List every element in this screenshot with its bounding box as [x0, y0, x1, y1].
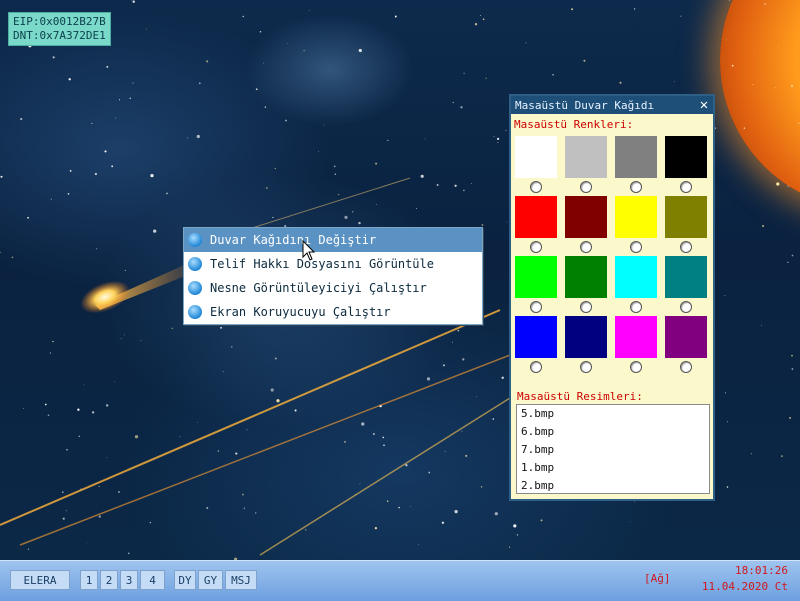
color-radio-button[interactable] — [680, 361, 692, 373]
color-swatch[interactable] — [515, 316, 557, 358]
color-radio-button[interactable] — [630, 241, 642, 253]
color-radio-button[interactable] — [680, 301, 692, 313]
list-item[interactable]: 1.bmp — [517, 459, 709, 477]
color-radio-button[interactable] — [530, 241, 542, 253]
workspace-button-2[interactable]: 2 — [100, 570, 118, 590]
bullet-icon — [188, 233, 202, 247]
menu-item-view-copyright[interactable]: Telif Hakkı Dosyasını Görüntüle — [184, 252, 482, 276]
color-option — [665, 316, 707, 376]
color-option — [565, 196, 607, 256]
debug-registers: EIP:0x0012B27B DNT:0x7A372DE1 — [8, 12, 111, 46]
list-item[interactable]: 2.bmp — [517, 477, 709, 493]
menu-item-label: Duvar Kağıdını Değiştir — [210, 233, 377, 247]
clock-time: 18:01:26 — [735, 564, 788, 577]
color-swatch[interactable] — [665, 136, 707, 178]
color-swatch[interactable] — [565, 196, 607, 238]
menu-item-change-wallpaper[interactable]: Duvar Kağıdını Değiştir — [184, 228, 482, 252]
color-radio-button[interactable] — [580, 301, 592, 313]
mouse-cursor-icon — [302, 240, 316, 261]
color-radio-button[interactable] — [580, 361, 592, 373]
color-option — [665, 136, 707, 196]
start-button[interactable]: ELERA — [10, 570, 70, 590]
color-radio-button[interactable] — [580, 241, 592, 253]
menu-item-run-screensaver[interactable]: Ekran Koruyucuyu Çalıştır — [184, 300, 482, 324]
color-radio-button[interactable] — [680, 181, 692, 193]
color-swatch[interactable] — [615, 316, 657, 358]
images-section-label: Masaüstü Resimleri: — [517, 390, 643, 403]
menu-item-run-object-viewer[interactable]: Nesne Görüntüleyiciyi Çalıştır — [184, 276, 482, 300]
color-option — [515, 196, 557, 256]
network-status[interactable]: [Ağ] — [644, 572, 671, 585]
workspace-button-4[interactable]: 4 — [140, 570, 165, 590]
workspace-button-3[interactable]: 3 — [120, 570, 138, 590]
color-radio-button[interactable] — [630, 181, 642, 193]
color-swatch[interactable] — [615, 136, 657, 178]
workspace-button-1[interactable]: 1 — [80, 570, 98, 590]
color-swatch[interactable] — [615, 256, 657, 298]
color-option — [515, 316, 557, 376]
window-titlebar[interactable]: Masaüstü Duvar Kağıdı ✕ — [511, 96, 713, 114]
color-option — [665, 256, 707, 316]
desktop-wallpaper: EIP:0x0012B27B DNT:0x7A372DE1 Duvar Kağı… — [0, 0, 800, 560]
color-radio-button[interactable] — [530, 181, 542, 193]
clock-date: 11.04.2020 Ct — [701, 580, 788, 593]
list-item[interactable]: 6.bmp — [517, 423, 709, 441]
color-swatch[interactable] — [615, 196, 657, 238]
colors-section-label: Masaüstü Renkleri: — [514, 118, 634, 131]
bullet-icon — [188, 281, 202, 295]
close-icon[interactable]: ✕ — [695, 96, 713, 114]
menu-item-label: Telif Hakkı Dosyasını Görüntüle — [210, 257, 434, 271]
color-option — [565, 256, 607, 316]
color-option — [615, 256, 657, 316]
color-swatch[interactable] — [665, 256, 707, 298]
clock: 18:01:26 11.04.2020 Ct — [688, 563, 788, 595]
eip-register: EIP:0x0012B27B — [13, 15, 106, 28]
app-button-gy[interactable]: GY — [198, 570, 223, 590]
list-item[interactable]: 7.bmp — [517, 441, 709, 459]
color-option — [615, 136, 657, 196]
color-swatch[interactable] — [565, 256, 607, 298]
color-swatch[interactable] — [515, 196, 557, 238]
wallpaper-window: Masaüstü Duvar Kağıdı ✕ Masaüstü Renkler… — [509, 94, 715, 501]
color-radio-button[interactable] — [530, 301, 542, 313]
menu-item-label: Ekran Koruyucuyu Çalıştır — [210, 305, 391, 319]
color-swatch[interactable] — [665, 196, 707, 238]
color-swatch[interactable] — [665, 316, 707, 358]
app-button-msj[interactable]: MSJ — [225, 570, 257, 590]
color-option — [565, 136, 607, 196]
wallpaper-image-list[interactable]: 5.bmp 6.bmp 7.bmp 1.bmp 2.bmp — [516, 404, 710, 494]
color-swatch[interactable] — [515, 256, 557, 298]
context-menu: Duvar Kağıdını Değiştir Telif Hakkı Dosy… — [183, 227, 483, 325]
color-option — [565, 316, 607, 376]
color-option — [615, 196, 657, 256]
app-button-dy[interactable]: DY — [174, 570, 196, 590]
color-radio-button[interactable] — [580, 181, 592, 193]
color-option — [615, 316, 657, 376]
color-swatch[interactable] — [565, 136, 607, 178]
color-option — [515, 136, 557, 196]
color-option — [665, 196, 707, 256]
color-option — [515, 256, 557, 316]
dnt-register: DNT:0x7A372DE1 — [13, 29, 106, 42]
menu-item-label: Nesne Görüntüleyiciyi Çalıştır — [210, 281, 427, 295]
color-radio-button[interactable] — [680, 241, 692, 253]
color-swatch[interactable] — [515, 136, 557, 178]
taskbar: ELERA 1 2 3 4 DY GY MSJ [Ağ] 18:01:26 11… — [0, 560, 800, 601]
color-radio-button[interactable] — [630, 361, 642, 373]
color-swatch[interactable] — [565, 316, 607, 358]
color-radio-button[interactable] — [630, 301, 642, 313]
list-item[interactable]: 5.bmp — [517, 405, 709, 423]
color-radio-button[interactable] — [530, 361, 542, 373]
window-title: Masaüstü Duvar Kağıdı — [515, 98, 655, 112]
bullet-icon — [188, 305, 202, 319]
bullet-icon — [188, 257, 202, 271]
